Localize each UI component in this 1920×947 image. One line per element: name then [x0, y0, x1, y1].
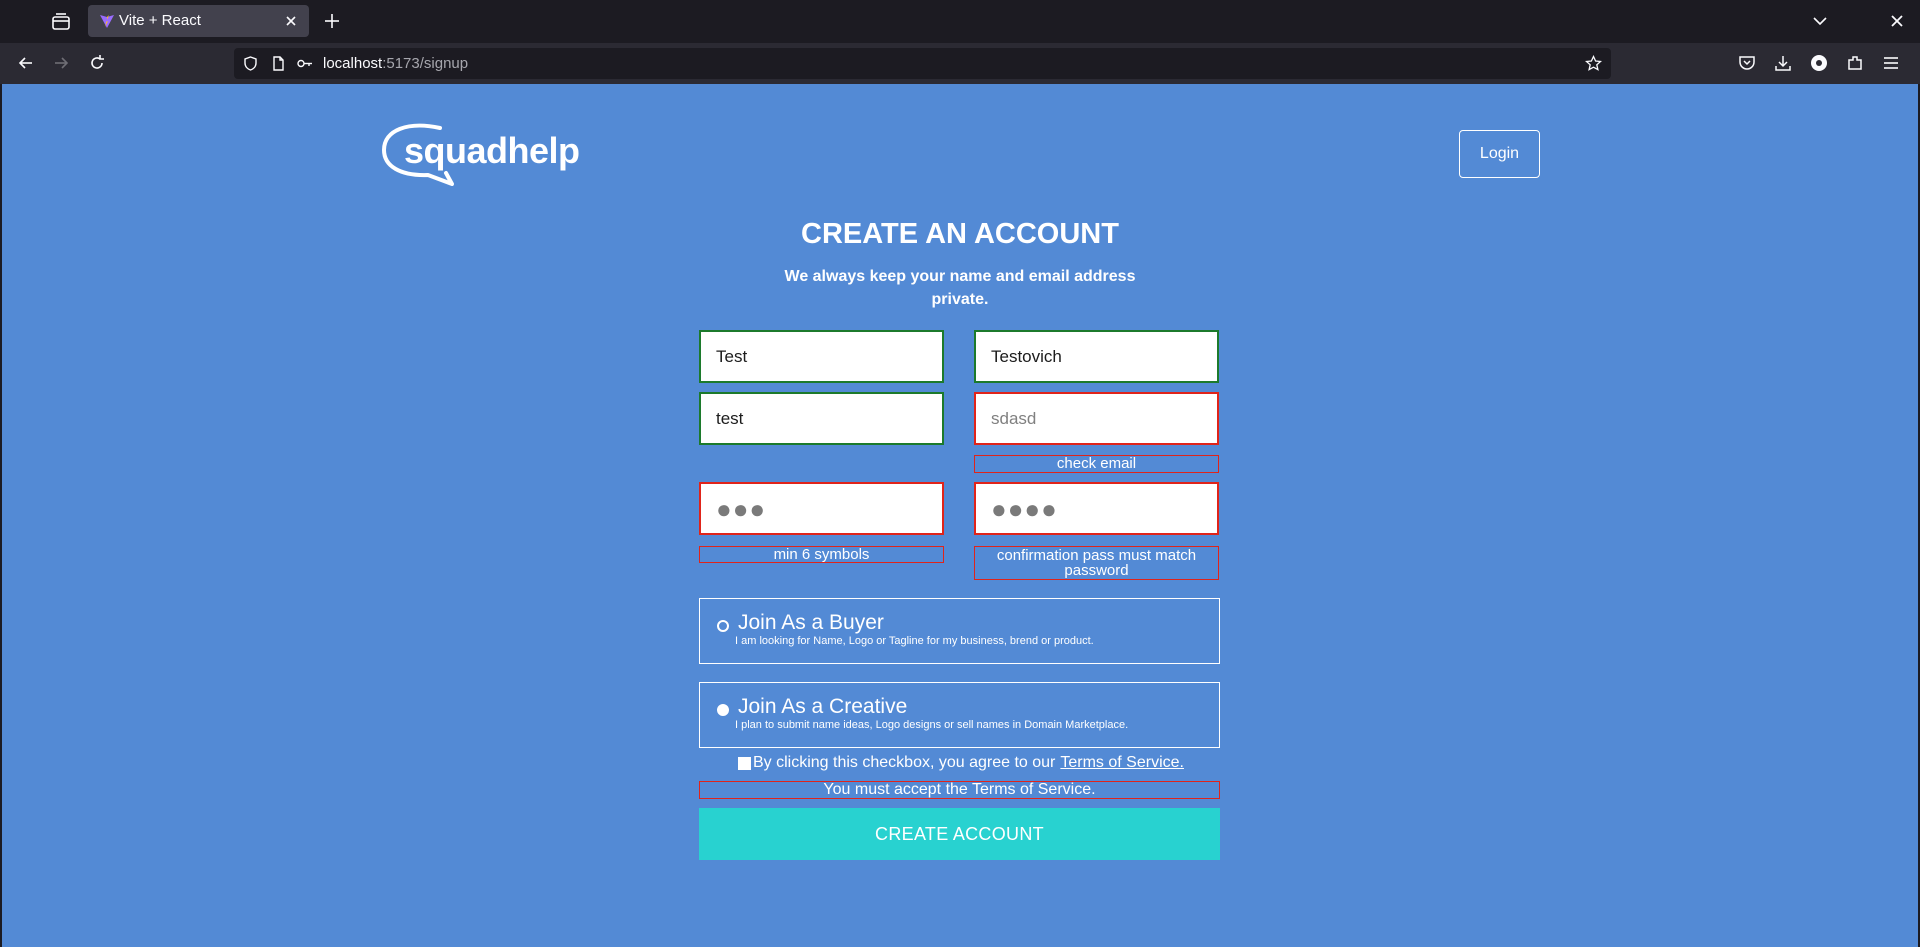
- forward-arrow-icon[interactable]: [51, 53, 71, 73]
- email-error: check email: [974, 455, 1219, 473]
- key-icon[interactable]: [296, 55, 313, 72]
- password-confirm-error: confirmation pass must match password: [974, 546, 1219, 580]
- create-account-button[interactable]: CREATE ACCOUNT: [699, 808, 1220, 860]
- login-button[interactable]: Login: [1459, 130, 1540, 178]
- buyer-radio[interactable]: [717, 620, 729, 632]
- url-host: localhost: [323, 55, 383, 72]
- email-placeholder: sdasd: [991, 408, 1037, 428]
- url-text[interactable]: localhost:5173/signup: [323, 55, 468, 72]
- buyer-title: Join As a Buyer: [738, 611, 884, 634]
- first-name-value: Test: [716, 346, 748, 366]
- tab-overview-icon[interactable]: [50, 11, 72, 33]
- terms-error: You must accept the Terms of Service.: [699, 781, 1220, 799]
- chevron-down-icon[interactable]: [1810, 11, 1830, 31]
- creative-description: I plan to submit name ideas, Logo design…: [735, 719, 1129, 731]
- page-subtitle: We always keep your name and email addre…: [784, 268, 1136, 308]
- vite-favicon-icon: [100, 15, 114, 28]
- page-icon[interactable]: [270, 55, 287, 72]
- pocket-icon[interactable]: [1737, 53, 1757, 73]
- squadhelp-logo[interactable]: squadhelp: [382, 122, 582, 186]
- logo-text: squadhelp: [404, 130, 580, 171]
- terms-link[interactable]: Terms of Service.: [1060, 754, 1184, 772]
- terms-checkbox[interactable]: [738, 756, 751, 770]
- new-tab-icon[interactable]: [322, 11, 342, 31]
- browser-tab-bar: Vite + React: [0, 0, 1920, 43]
- password-confirm-field[interactable]: ●●●●: [974, 482, 1219, 535]
- browser-tab[interactable]: Vite + React: [88, 5, 309, 37]
- shield-icon[interactable]: [242, 55, 259, 72]
- extensions-icon[interactable]: [1845, 53, 1865, 73]
- page-title: CREATE AN ACCOUNT: [801, 218, 1119, 250]
- tab-title: Vite + React: [119, 12, 201, 29]
- creative-radio[interactable]: [717, 704, 729, 716]
- password-masked-value: ●●●: [716, 493, 767, 524]
- email-field[interactable]: sdasd: [974, 392, 1219, 445]
- url-path: :5173/signup: [382, 55, 469, 72]
- password-error: min 6 symbols: [699, 546, 944, 563]
- last-name-value: Testovich: [991, 346, 1062, 366]
- account-avatar-icon[interactable]: [1809, 53, 1829, 73]
- role-option-buyer[interactable]: Join As a Buyer I am looking for Name, L…: [699, 598, 1220, 664]
- tab-close-icon[interactable]: [283, 13, 299, 29]
- hamburger-menu-icon[interactable]: [1881, 53, 1901, 73]
- window-close-icon[interactable]: [1887, 11, 1907, 31]
- display-name-value: test: [716, 408, 744, 428]
- address-bar[interactable]: localhost:5173/signup: [234, 48, 1611, 79]
- bookmark-star-icon[interactable]: [1585, 55, 1602, 72]
- browser-nav-bar: localhost:5173/signup: [0, 43, 1920, 84]
- role-option-creative[interactable]: Join As a Creative I plan to submit name…: [699, 682, 1220, 748]
- buyer-description: I am looking for Name, Logo or Tagline f…: [735, 635, 1094, 647]
- last-name-field[interactable]: Testovich: [974, 330, 1219, 383]
- password-field[interactable]: ●●●: [699, 482, 944, 535]
- download-icon[interactable]: [1773, 53, 1793, 73]
- first-name-field[interactable]: Test: [699, 330, 944, 383]
- terms-text: By clicking this checkbox, you agree to …: [753, 754, 1056, 771]
- back-arrow-icon[interactable]: [16, 53, 36, 73]
- display-name-field[interactable]: test: [699, 392, 944, 445]
- signup-page: squadhelp Login CREATE AN ACCOUNT We alw…: [2, 84, 1918, 947]
- terms-row: By clicking this checkbox, you agree to …: [738, 754, 1184, 772]
- reload-icon[interactable]: [87, 53, 107, 73]
- creative-title: Join As a Creative: [738, 695, 908, 718]
- password-confirm-masked-value: ●●●●: [991, 493, 1058, 524]
